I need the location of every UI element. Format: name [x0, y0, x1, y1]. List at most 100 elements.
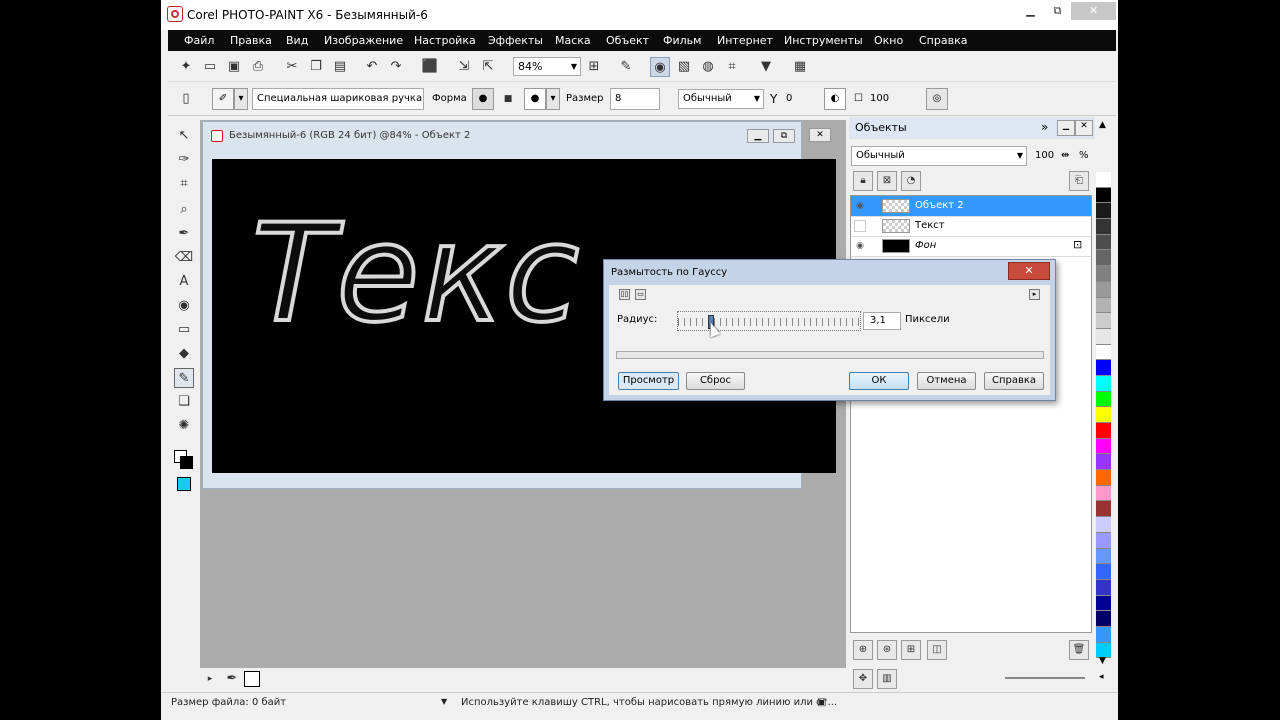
- foreground-background-color-icon[interactable]: [174, 448, 194, 469]
- custom-shape-button[interactable]: ●: [524, 88, 546, 110]
- color-swatch[interactable]: [1096, 297, 1111, 314]
- eye-hidden-icon[interactable]: [854, 220, 866, 232]
- help-button[interactable]: Справка: [984, 372, 1044, 390]
- welcome-screen-icon[interactable]: ▦: [790, 57, 810, 77]
- split-preview-icon[interactable]: ▯▯: [619, 289, 630, 300]
- color-swatch[interactable]: [1096, 454, 1111, 471]
- color-swatch[interactable]: [1096, 548, 1111, 565]
- mask-overlay-icon[interactable]: ◍: [698, 57, 718, 77]
- radius-input[interactable]: 3,1: [863, 312, 901, 330]
- drop-shadow-tool-icon[interactable]: ❏: [174, 392, 194, 412]
- document-close-button[interactable]: ✕: [809, 128, 831, 142]
- color-swatch[interactable]: [1096, 281, 1111, 298]
- menu-movie[interactable]: Фильм: [663, 34, 701, 47]
- red-eye-tool-icon[interactable]: ◉: [174, 296, 194, 316]
- palette-up-icon[interactable]: ▲: [1099, 120, 1106, 130]
- show-grid-icon[interactable]: ⌗: [722, 57, 742, 77]
- application-launcher-icon[interactable]: ▼: [756, 57, 776, 77]
- new-lens-icon[interactable]: ⊛: [877, 640, 897, 660]
- document-restore-button[interactable]: ⧉: [773, 129, 795, 143]
- docker-minimize-button[interactable]: ▁: [1057, 120, 1075, 136]
- clip-mask-icon[interactable]: ◔: [901, 171, 921, 191]
- menu-adjust[interactable]: Настройка: [414, 34, 476, 47]
- combine-objects-icon[interactable]: ◫: [927, 640, 947, 660]
- merge-mode-combo[interactable]: Обычный ▼: [851, 146, 1027, 166]
- color-swatch[interactable]: [1096, 595, 1111, 612]
- effect-tool-icon[interactable]: ✺: [174, 416, 194, 436]
- eyedropper-tool-icon[interactable]: ✒: [174, 224, 194, 244]
- color-swatch[interactable]: [1096, 203, 1111, 220]
- undo-icon[interactable]: ↶: [362, 57, 382, 77]
- menu-window[interactable]: Окно: [874, 34, 903, 47]
- fill-color-swatch-icon[interactable]: [174, 474, 194, 494]
- lock-icon[interactable]: 🔒︎: [853, 171, 873, 191]
- new-document-icon[interactable]: ✦: [176, 57, 196, 77]
- pick-tool-icon[interactable]: ↖: [174, 126, 194, 146]
- color-swatch[interactable]: [1096, 611, 1111, 627]
- color-swatch[interactable]: [1096, 517, 1111, 533]
- document-minimize-button[interactable]: ▁: [747, 129, 769, 143]
- canvas-text-object[interactable]: Текс: [250, 193, 581, 354]
- expand-dialog-icon[interactable]: ▸: [1029, 289, 1040, 300]
- eye-icon[interactable]: ◉: [854, 240, 866, 252]
- mask-transform-tool-icon[interactable]: ✑: [174, 150, 194, 170]
- color-swatch[interactable]: [1096, 564, 1111, 580]
- color-swatch[interactable]: [1096, 234, 1111, 251]
- paste-icon[interactable]: ▤: [330, 57, 350, 77]
- open-folder-icon[interactable]: ▭: [200, 57, 220, 77]
- color-swatch[interactable]: [1096, 313, 1111, 329]
- create-from-mask-icon[interactable]: ⊞: [901, 640, 921, 660]
- status-dropdown-icon[interactable]: ▼: [441, 697, 447, 706]
- redo-icon[interactable]: ↷: [386, 57, 406, 77]
- radius-slider[interactable]: [677, 311, 861, 331]
- rectangle-tool-icon[interactable]: ▭: [174, 320, 194, 340]
- menu-mask[interactable]: Маска: [555, 34, 591, 47]
- ok-button[interactable]: ОК: [849, 372, 909, 390]
- color-swatch[interactable]: [1096, 391, 1111, 408]
- layer-row[interactable]: Текст: [851, 216, 1091, 237]
- color-swatch[interactable]: [1096, 470, 1111, 486]
- expand-icon[interactable]: »: [1041, 120, 1048, 134]
- object-marquee-icon[interactable]: ▧: [674, 57, 694, 77]
- single-preview-icon[interactable]: ▭: [635, 289, 646, 300]
- eraser-tool-icon[interactable]: ⌫: [174, 248, 194, 268]
- close-button[interactable]: ✕: [1071, 2, 1116, 20]
- navigator-icon[interactable]: ✥: [853, 669, 873, 689]
- thumbnail-size-slider[interactable]: [1005, 677, 1085, 679]
- color-swatch[interactable]: [1096, 250, 1111, 267]
- menu-tools[interactable]: Инструменты: [784, 34, 863, 47]
- brush-type-dropdown-icon[interactable]: ▾: [234, 88, 248, 110]
- shape-dropdown-icon[interactable]: ▾: [546, 88, 560, 110]
- menu-help[interactable]: Справка: [919, 34, 967, 47]
- eye-icon[interactable]: ◉: [854, 200, 866, 212]
- color-swatch[interactable]: [1096, 423, 1111, 439]
- reset-button[interactable]: Сброс: [686, 372, 745, 390]
- blend-mode-combo[interactable]: Обычный ▼: [678, 89, 764, 109]
- color-swatch[interactable]: [1096, 344, 1111, 361]
- new-object-icon[interactable]: ⊕: [853, 640, 873, 660]
- color-swatch[interactable]: [1096, 501, 1111, 518]
- menu-effects[interactable]: Эффекты: [488, 34, 543, 47]
- eyedropper-small-icon[interactable]: ✒: [222, 669, 242, 689]
- color-swatch[interactable]: [1096, 172, 1111, 188]
- menu-edit[interactable]: Правка: [230, 34, 272, 47]
- corel-launcher-icon[interactable]: ⬛: [420, 57, 440, 77]
- opacity-value[interactable]: 100: [870, 88, 889, 110]
- status-extra-icon[interactable]: ▣: [817, 697, 826, 708]
- zoom-to-fit-icon[interactable]: ⊞: [584, 57, 604, 77]
- color-swatch[interactable]: [1096, 485, 1111, 502]
- size-stepper[interactable]: 8: [610, 88, 660, 110]
- object-properties-icon[interactable]: ⎗: [1069, 171, 1089, 191]
- delete-object-icon[interactable]: 🗑︎: [1069, 640, 1089, 660]
- cut-icon[interactable]: ✂: [282, 57, 302, 77]
- palette-menu-icon[interactable]: ◂: [1099, 672, 1104, 682]
- menu-object[interactable]: Объект: [606, 34, 649, 47]
- import-icon[interactable]: ⇲: [454, 57, 474, 77]
- page-icon[interactable]: ▥: [877, 669, 897, 689]
- preview-button[interactable]: Просмотр: [618, 372, 679, 390]
- print-icon[interactable]: ⎙: [248, 57, 268, 77]
- menu-view[interactable]: Вид: [286, 34, 308, 47]
- menu-internet[interactable]: Интернет: [717, 34, 773, 47]
- brush-tool-icon[interactable]: ✐: [212, 88, 234, 110]
- layer-row[interactable]: ◉ Объект 2: [851, 196, 1091, 217]
